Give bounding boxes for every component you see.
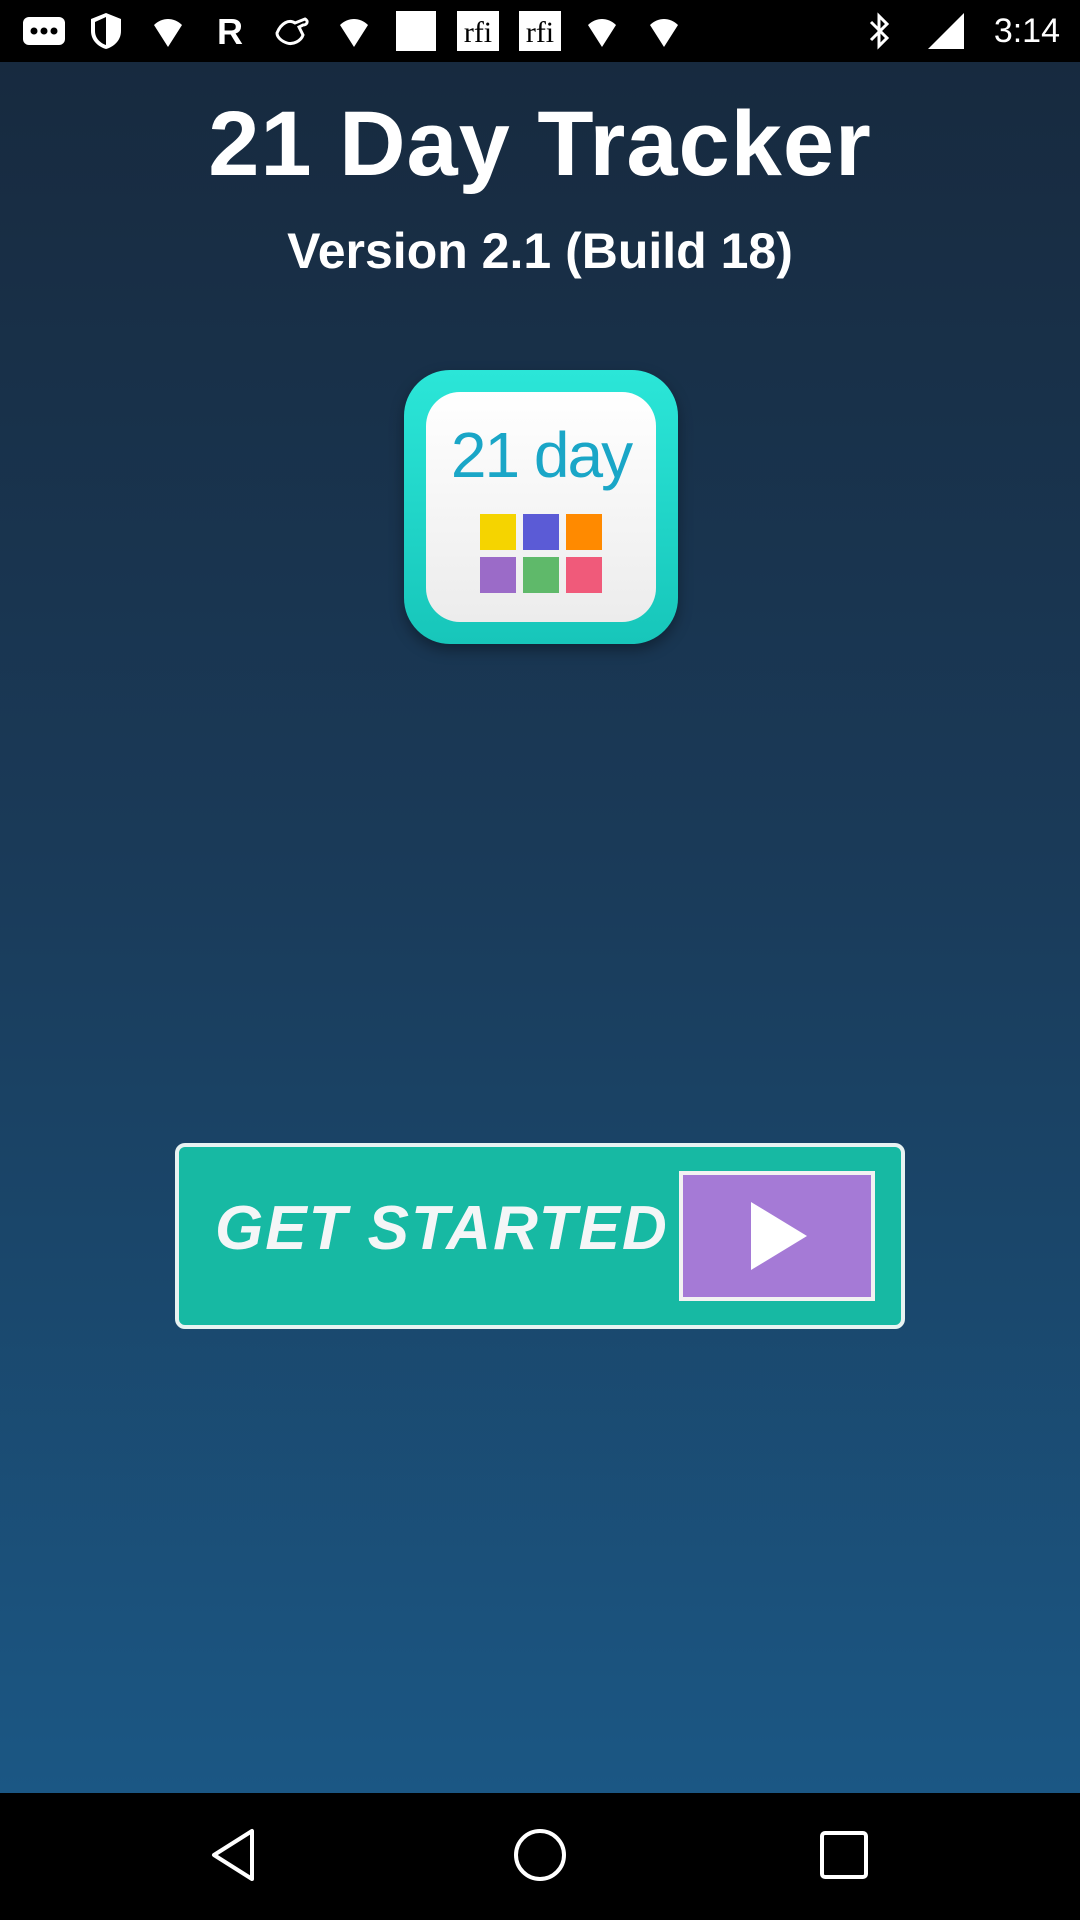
rfi-icon: rfi [518, 9, 562, 53]
shield-icon [84, 9, 128, 53]
r-app-icon: R [208, 9, 252, 53]
more-dots-icon [22, 9, 66, 53]
svg-text:R: R [217, 12, 243, 50]
app-logo-grid [480, 514, 602, 593]
bluetooth-icon [858, 9, 902, 53]
wifi-icon [332, 9, 376, 53]
logo-square-orange [566, 514, 602, 550]
logo-square-yellow [480, 514, 516, 550]
home-icon [510, 1825, 570, 1890]
svg-text:rfi: rfi [464, 16, 492, 49]
logo-square-green [523, 557, 559, 593]
app-logo-label: 21 day [450, 419, 633, 491]
navigation-bar [0, 1793, 1080, 1920]
back-icon [206, 1825, 266, 1890]
clock: 3:14 [993, 11, 1060, 50]
logo-square-blue [523, 514, 559, 550]
wifi-icon [642, 9, 686, 53]
screen: R rfi rfi 3:14 21 Day Tracker Version 2.… [0, 0, 1080, 1920]
status-bar: R rfi rfi 3:14 [0, 0, 1080, 62]
logo-square-purple [480, 557, 516, 593]
play-icon [679, 1171, 875, 1301]
recents-button[interactable] [808, 1821, 880, 1893]
app-version: Version 2.1 (Build 18) [287, 223, 793, 279]
back-button[interactable] [200, 1821, 272, 1893]
wifi-icon [580, 9, 624, 53]
recents-icon [814, 1825, 874, 1890]
app-logo-face: 21 day [426, 392, 656, 622]
get-started-button[interactable]: GET STARTED [175, 1143, 905, 1329]
logo-square-pink [566, 557, 602, 593]
app-title: 21 Day Tracker [208, 93, 872, 195]
get-started-label: GET STARTED [215, 1194, 669, 1263]
blank-icon [394, 9, 438, 53]
app-logo: 21 day [404, 370, 678, 644]
wifi-icon [146, 9, 190, 53]
app-content: 21 Day Tracker Version 2.1 (Build 18) 21… [0, 62, 1080, 1793]
system-icons: 3:14 [858, 8, 1060, 54]
signal-icon [924, 9, 968, 53]
notification-icons: R rfi rfi [22, 8, 686, 54]
rfi-icon: rfi [456, 9, 500, 53]
hand-icon [270, 9, 314, 53]
svg-text:rfi: rfi [526, 16, 554, 49]
home-button[interactable] [504, 1821, 576, 1893]
